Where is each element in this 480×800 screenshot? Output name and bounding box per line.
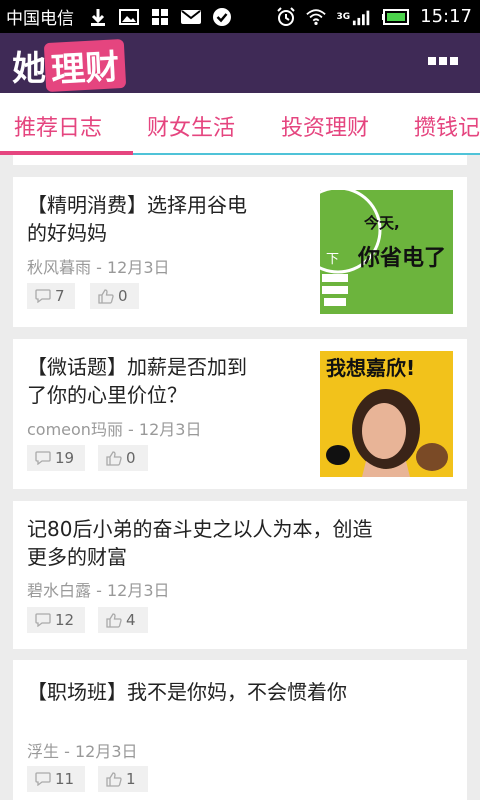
battery-icon xyxy=(382,8,410,26)
like-count[interactable]: 0 xyxy=(90,283,139,309)
like-count-value: 0 xyxy=(126,449,136,467)
tab-recommended[interactable]: 推荐日志 xyxy=(14,110,102,142)
tab-investment[interactable]: 投资理财 xyxy=(281,110,369,142)
tab-saving[interactable]: 攒钱记 xyxy=(414,110,480,142)
network-type-label: 3G xyxy=(336,11,351,22)
meta-separator: - xyxy=(91,581,107,600)
more-menu-icon[interactable] xyxy=(428,57,458,65)
article-card[interactable]: 【精明消费】选择用谷电 的好妈妈 秋风暮雨 - 12月3日 7 0 下 今天, … xyxy=(13,177,467,327)
article-author[interactable]: comeon玛丽 xyxy=(27,420,123,439)
thumb-up-icon xyxy=(98,288,114,304)
comment-icon xyxy=(35,772,51,786)
article-title: 【微话题】加薪是否加到 了你的心里价位？ xyxy=(27,353,247,409)
lightbulb-image: 下 今天, 你省电了 xyxy=(294,186,446,306)
meta-separator: - xyxy=(122,420,139,439)
app-header: 她 理财 xyxy=(0,33,480,93)
check-icon xyxy=(212,7,232,26)
like-count[interactable]: 4 xyxy=(98,607,148,633)
tab-finance-life[interactable]: 财女生活 xyxy=(147,110,235,142)
comment-count-value: 7 xyxy=(55,287,65,305)
alarm-icon xyxy=(276,6,296,26)
article-author[interactable]: 碧水白露 xyxy=(27,581,91,600)
carrier-label: 中国电信 xyxy=(6,9,74,29)
thumb-text-fragment: 下 xyxy=(326,252,339,267)
status-bar: 中国电信 3G 15:17 xyxy=(0,0,480,33)
comment-count-value: 12 xyxy=(55,611,75,629)
signal-icon xyxy=(352,8,372,26)
like-count-value: 4 xyxy=(126,611,136,629)
download-icon xyxy=(88,8,108,26)
like-count-value: 1 xyxy=(126,770,136,788)
article-title-line: 记80后小弟的奋斗史之以人为本，创造 xyxy=(27,517,373,541)
article-title-line: 【精明消费】选择用谷电 xyxy=(27,193,247,217)
comment-count[interactable]: 12 xyxy=(27,607,85,633)
image-icon xyxy=(119,8,139,26)
article-author[interactable]: 秋风暮雨 xyxy=(27,258,91,277)
article-title: 【精明消费】选择用谷电 的好妈妈 xyxy=(27,191,247,247)
article-thumbnail[interactable]: 下 今天, 你省电了 xyxy=(294,186,453,314)
article-title-line: 更多的财富 xyxy=(27,545,127,569)
logo-text-1: 她 xyxy=(12,48,47,89)
thumb-text-top: 今天, xyxy=(363,214,400,232)
article-meta: 碧水白露 - 12月3日 xyxy=(27,577,170,601)
article-card[interactable]: 【微话题】加薪是否加到 了你的心里价位？ comeon玛丽 - 12月3日 19… xyxy=(13,339,467,489)
like-count[interactable]: 0 xyxy=(98,445,148,471)
comment-count-value: 19 xyxy=(55,449,75,467)
logo-text-2: 理财 xyxy=(43,38,127,92)
wifi-icon xyxy=(306,8,327,26)
comment-count[interactable]: 19 xyxy=(27,445,85,471)
article-meta: 秋风暮雨 - 12月3日 xyxy=(27,254,170,278)
grid-icon xyxy=(150,8,170,26)
article-title-line: 【微话题】加薪是否加到 xyxy=(27,355,247,379)
thumb-up-icon xyxy=(106,450,122,466)
comment-icon xyxy=(35,451,51,465)
article-meta: 浮生 - 12月3日 xyxy=(27,738,138,762)
thumb-up-icon xyxy=(106,771,122,787)
article-card[interactable]: 【职场班】我不是你妈，不会惯着你 浮生 - 12月3日 11 1 xyxy=(13,660,467,800)
article-date: 12月3日 xyxy=(138,420,202,439)
article-thumbnail[interactable]: 我想嘉欣! xyxy=(320,351,453,477)
article-card[interactable]: 记80后小弟的奋斗史之以人为本，创造 更多的财富 碧水白露 - 12月3日 12… xyxy=(13,501,467,649)
article-date: 12月3日 xyxy=(106,258,170,277)
article-list[interactable]: 【精明消费】选择用谷电 的好妈妈 秋风暮雨 - 12月3日 7 0 下 今天, … xyxy=(0,155,480,800)
comment-icon xyxy=(35,289,51,303)
mail-icon xyxy=(181,8,201,26)
article-title: 【职场班】我不是你妈，不会惯着你 xyxy=(27,678,347,706)
article-date: 12月3日 xyxy=(74,742,138,761)
portrait-image: 我想嘉欣! xyxy=(320,351,453,477)
article-title-line: 的好妈妈 xyxy=(27,221,107,245)
comment-count-value: 11 xyxy=(55,770,75,788)
article-date: 12月3日 xyxy=(106,581,170,600)
article-author[interactable]: 浮生 xyxy=(27,742,59,761)
app-logo: 她 理财 xyxy=(12,38,127,92)
article-title-line: 【职场班】我不是你妈，不会惯着你 xyxy=(27,680,347,704)
comment-count[interactable]: 7 xyxy=(27,283,75,309)
thumb-text-bottom: 你省电了 xyxy=(357,246,446,271)
article-title-line: 了你的心里价位？ xyxy=(27,383,187,407)
meta-separator: - xyxy=(59,742,75,761)
previous-card-fragment xyxy=(13,155,467,165)
article-title: 记80后小弟的奋斗史之以人为本，创造 更多的财富 xyxy=(27,515,372,571)
meta-separator: - xyxy=(91,258,107,277)
article-meta: comeon玛丽 - 12月3日 xyxy=(27,416,201,440)
like-count-value: 0 xyxy=(118,287,128,305)
comment-count[interactable]: 11 xyxy=(27,766,85,792)
clock-label: 15:17 xyxy=(420,6,472,27)
comment-icon xyxy=(35,613,51,627)
thumb-up-icon xyxy=(106,612,122,628)
like-count[interactable]: 1 xyxy=(98,766,148,792)
thumb-text-top: 我想嘉欣! xyxy=(326,356,415,380)
category-tabs: 推荐日志 财女生活 投资理财 攒钱记 xyxy=(0,93,480,155)
